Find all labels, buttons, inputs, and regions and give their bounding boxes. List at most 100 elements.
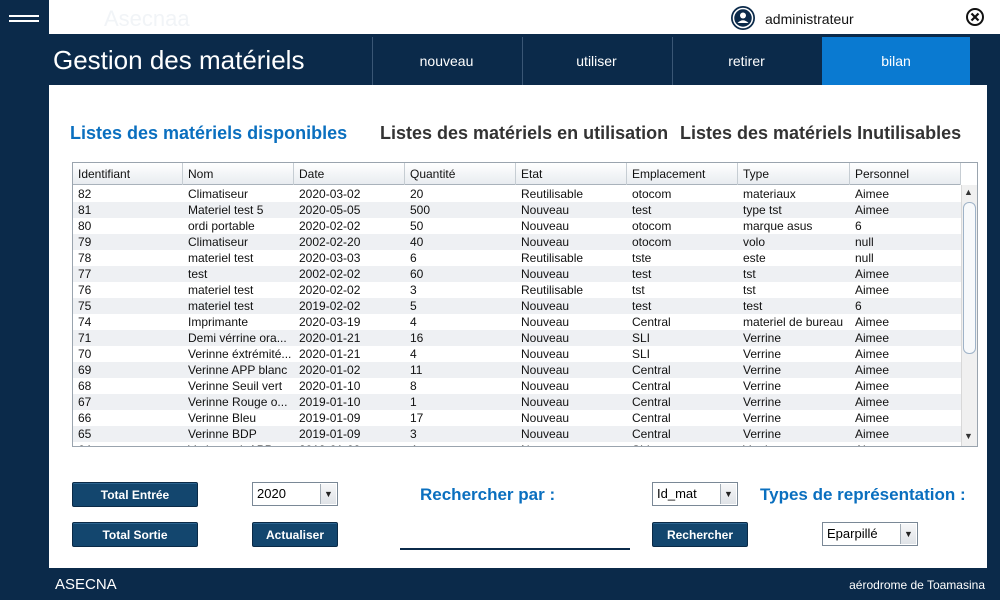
total-sortie-button[interactable]: Total Sortie xyxy=(72,522,198,547)
cell-type: Verrine xyxy=(743,363,782,377)
cell-etat: Nouveau xyxy=(521,411,570,425)
dropdown-arrow-icon[interactable]: ▼ xyxy=(320,484,336,504)
tab-nouveau[interactable]: nouveau xyxy=(372,37,520,85)
column-header-type[interactable]: Type xyxy=(738,163,850,185)
table-row[interactable]: 82 Climatiseur 2020-03-02 20 Reutilisable oto… xyxy=(73,186,961,202)
table-row[interactable]: 67 Verinne Rouge o... 2019-01-10 1 Nouveau Ce… xyxy=(73,394,961,410)
cell-etat: Reutilisable xyxy=(521,283,584,297)
year-select[interactable]: 2020 ▼ xyxy=(252,482,338,506)
cell-personnel: null xyxy=(855,235,874,249)
scroll-up-arrow[interactable]: ▲ xyxy=(964,187,973,197)
cell-type: marque asus xyxy=(743,219,813,233)
table-row[interactable]: 70 Verinne éxtrémité... 2020-01-21 4 Nouveau… xyxy=(73,346,961,362)
cell-emplacement: Central xyxy=(632,411,671,425)
table-row[interactable]: 77 test 2002-02-02 60 Nouveau test tst Aimee xyxy=(73,266,961,282)
cell-type: Verrine xyxy=(743,347,782,361)
dropdown-arrow-icon[interactable]: ▼ xyxy=(720,484,736,504)
cell-date: 2020-02-02 xyxy=(299,283,361,297)
cell-identifiant: 64 xyxy=(73,442,183,446)
actualiser-button[interactable]: Actualiser xyxy=(252,522,338,547)
cell-type: tst xyxy=(743,267,756,281)
search-input[interactable] xyxy=(400,522,630,550)
table-row[interactable]: 71 Demi vérrine ora... 2020-01-21 16 Nouveau… xyxy=(73,330,961,346)
cell-nom: Materiel test 5 xyxy=(188,203,264,217)
scroll-down-arrow[interactable]: ▼ xyxy=(964,431,973,441)
table-row[interactable]: 79 Climatiseur 2002-02-20 40 Nouveau otocom vo… xyxy=(73,234,961,250)
column-header-personnel[interactable]: Personnel xyxy=(850,163,961,185)
table-row[interactable]: 65 Verinne BDP 2019-01-09 3 Nouveau Central Ve… xyxy=(73,426,961,442)
cell-type: Verrine xyxy=(743,379,782,393)
cell-etat: Nouveau xyxy=(521,219,570,233)
column-header-nom[interactable]: Nom xyxy=(183,163,294,185)
tab-bilan[interactable]: bilan xyxy=(822,37,970,85)
cell-personnel: null xyxy=(855,251,874,265)
close-icon[interactable] xyxy=(965,7,985,27)
cell-nom: Demi vérrine ora... xyxy=(188,331,287,345)
cell-personnel: Aimee xyxy=(855,411,890,425)
cell-nom: ordi portable xyxy=(188,219,255,233)
cell-etat: Nouveau xyxy=(521,379,570,393)
tab-materiels-disponibles[interactable]: Listes des matériels disponibles xyxy=(70,123,347,144)
cell-etat: Nouveau xyxy=(521,235,570,249)
rechercher-button[interactable]: Rechercher xyxy=(652,522,748,547)
column-header-quantite[interactable]: Quantité xyxy=(405,163,516,185)
search-field-select[interactable]: Id_mat ▼ xyxy=(652,482,738,506)
user-icon[interactable] xyxy=(731,6,755,30)
table-row[interactable]: 66 Verinne Bleu 2019-01-09 17 Nouveau Central… xyxy=(73,410,961,426)
cell-identifiant: 80 xyxy=(78,219,92,233)
cell-identifiant: 66 xyxy=(78,411,92,425)
cell-etat: Nouveau xyxy=(521,299,570,313)
cell-date: 2020-01-02 xyxy=(299,363,361,377)
cell-personnel: Aimee xyxy=(855,347,890,361)
table-row[interactable]: 68 Verinne Seuil vert 2020-01-10 8 Nouveau Ce… xyxy=(73,378,961,394)
table-row[interactable]: 75 materiel test 2019-02-02 5 Nouveau test tes… xyxy=(73,298,961,314)
cell-type: materiel de bureau xyxy=(743,315,844,329)
cell-personnel: Aimee xyxy=(855,363,890,377)
column-header-identifiant[interactable]: Identifiant xyxy=(73,163,183,185)
cell-type: volo xyxy=(743,235,766,249)
cell-nom: materiel test xyxy=(188,251,254,265)
cell-type: type tst xyxy=(743,203,782,217)
cell-etat: Reutilisable xyxy=(521,251,584,265)
cell-type: Verrine xyxy=(743,395,782,409)
cell-date: 2019-01-09 xyxy=(294,442,405,446)
cell-personnel: Aimee xyxy=(855,331,890,345)
column-header-date[interactable]: Date xyxy=(294,163,405,185)
table-scrollbar[interactable]: ▲ ▼ xyxy=(961,185,977,446)
dropdown-arrow-icon[interactable]: ▼ xyxy=(900,524,916,544)
table-row[interactable]: 69 Verinne APP blanc 2020-01-02 11 Nouveau Ce… xyxy=(73,362,961,378)
table-row[interactable]: 76 materiel test 2020-02-02 3 Reutilisable ts… xyxy=(73,282,961,298)
cell-nom: Climatiseur xyxy=(188,187,249,201)
total-entree-button[interactable]: Total Entrée xyxy=(72,482,198,507)
cell-date: 2019-02-02 xyxy=(299,299,361,313)
tab-materiels-en-utilisation[interactable]: Listes des matériels en utilisation xyxy=(380,123,668,144)
tab-materiels-inutilisables[interactable]: Listes des matériels Inutilisables xyxy=(680,123,961,144)
cell-etat: Nouveau xyxy=(521,203,570,217)
cell-date: 2020-01-21 xyxy=(299,331,361,345)
cell-etat: Nouveau xyxy=(521,315,570,329)
table-row[interactable]: 78 materiel test 2020-03-03 6 Reutilisable ts… xyxy=(73,250,961,266)
column-header-etat[interactable]: Etat xyxy=(516,163,627,185)
cell-identifiant: 74 xyxy=(78,315,92,329)
column-header-emplacement[interactable]: Emplacement xyxy=(627,163,738,185)
table-row[interactable]: 80 ordi portable 2020-02-02 50 Nouveau otocom… xyxy=(73,218,961,234)
scroll-thumb[interactable] xyxy=(963,202,976,354)
table-row[interactable]: 74 Imprimante 2020-03-19 4 Nouveau Central mat… xyxy=(73,314,961,330)
cell-emplacement: otocom xyxy=(632,219,672,233)
cell-nom: Verinne Rouge o... xyxy=(188,395,288,409)
tab-retirer[interactable]: retirer xyxy=(672,37,820,85)
representation-select[interactable]: Eparpillé ▼ xyxy=(822,522,918,546)
cell-nom: Verinne Bleu xyxy=(188,411,257,425)
menu-icon[interactable] xyxy=(0,0,49,35)
materiels-table[interactable]: Identifiant Nom Date Quantité Etat Emplacemen… xyxy=(72,162,978,447)
cell-type: este xyxy=(743,251,766,265)
cell-nom: Climatiseur xyxy=(188,235,249,249)
table-row[interactable]: 81 Materiel test 5 2020-05-05 500 Nouveau tes… xyxy=(73,202,961,218)
cell-date: 2020-02-02 xyxy=(299,219,361,233)
left-side-bar xyxy=(0,35,49,568)
table-row[interactable]: 64Verinne rdt APP2019-01-094NouveauSLIVe… xyxy=(73,442,961,446)
cell-emplacement: Central xyxy=(632,395,671,409)
tab-utiliser[interactable]: utiliser xyxy=(522,37,670,85)
cell-emplacement: test xyxy=(632,203,652,217)
cell-quantite: 8 xyxy=(410,379,417,393)
